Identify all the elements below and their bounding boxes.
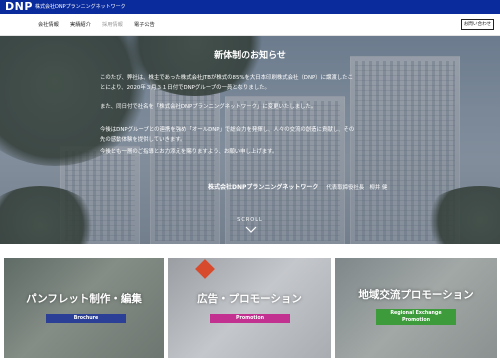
hero-title: 新体制のお知らせ [214,51,286,61]
hero-paragraph: とにより、2020年３月３１日付でDNPグループの一員となりました。 [100,85,270,91]
contact-button[interactable]: お問い合わせ [461,19,494,30]
hero-paragraph: また、同日付で社名を「株式会社DNPプランニングネットワーク」に変更いたしました… [100,104,317,110]
hero-paragraph: 今後はDNPグループとの連携を強め「オールDNP」で総合力を発揮し、人々の交流の… [100,127,355,133]
hero-paragraph: このたび、弊社は、株主であった株式会社JTBが株式の85%を大日本印刷株式会社（… [100,75,353,81]
service-cards: パンフレット制作・編集 Brochure 広告・プロモーション Promotio… [0,258,500,358]
dnp-logo[interactable]: DNP [5,0,33,14]
nav-item-public-notice[interactable]: 電子公告 [134,21,155,29]
company-name: 株式会社DNPプランニングネットワーク [35,4,126,10]
hero-paragraph: 先の感動体験を提供していきます。 [100,137,186,143]
card-badge: Regional Exchange Promotion [376,309,456,325]
hero-paragraph: 今後とも一層のご指導とお力添えを賜りますよう、お願い申し上げます。 [100,149,278,155]
card-regional[interactable]: 地域交流プロモーション Regional Exchange Promotion [335,258,497,358]
card-regional-image [335,258,497,358]
card-promotion-image [168,258,331,358]
card-title: 地域交流プロモーション [358,289,474,301]
signature: 株式会社DNPプランニングネットワーク 代表取締役社長 柳井 健 [208,184,387,192]
card-badge: Brochure [46,314,126,323]
card-badge-line: Promotion [401,318,431,323]
card-badge: Promotion [210,314,290,323]
card-title: パンフレット制作・編集 [26,293,142,305]
main-nav: 会社情報 実績紹介 採用情報 電子公告 お問い合わせ [0,14,500,36]
top-brand-bar: DNP 株式会社DNPプランニングネットワーク [0,0,500,14]
hero-overlay [0,36,500,244]
card-promotion[interactable]: 広告・プロモーション Promotion [168,258,331,358]
signature-rep: 代表取締役社長 柳井 健 [326,185,388,191]
nav-item-company-info[interactable]: 会社情報 [38,21,59,29]
card-brochure-image [4,258,164,358]
nav-item-recruit[interactable]: 採用情報 [102,21,123,29]
hero-section: 新体制のお知らせ このたび、弊社は、株主であった株式会社JTBが株式の85%を大… [0,36,500,244]
card-title: 広告・プロモーション [197,293,302,305]
nav-item-works[interactable]: 実績紹介 [70,21,91,29]
card-badge-line: Regional Exchange [390,311,442,316]
card-brochure[interactable]: パンフレット制作・編集 Brochure [4,258,164,358]
scroll-label: SCROLL [237,217,263,223]
chevron-down-icon[interactable] [245,226,257,234]
signature-org: 株式会社DNPプランニングネットワーク [208,184,319,191]
